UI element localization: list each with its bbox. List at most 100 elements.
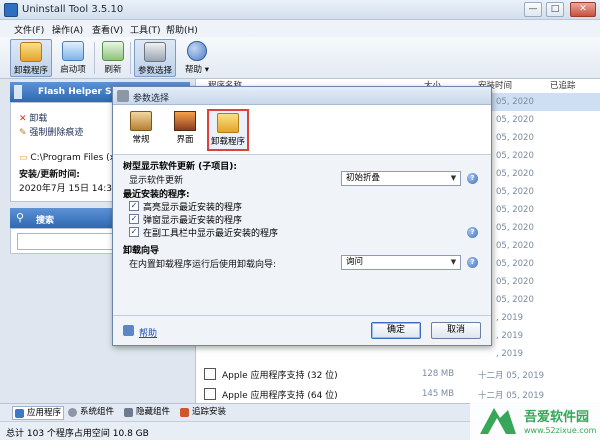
menu-action[interactable]: 操作(A): [52, 23, 83, 36]
tab-interface[interactable]: 界面: [165, 109, 205, 151]
row-date: 05, 2020: [496, 259, 534, 269]
chevron-down-icon: ▼: [450, 174, 457, 182]
row-date: 05, 2020: [496, 295, 534, 305]
apple-app-icon: [204, 368, 216, 380]
search-title: 搜索: [36, 216, 55, 226]
help-icon[interactable]: ?: [467, 173, 478, 184]
install-time-label: 安装/更新时间:: [19, 170, 80, 180]
interface-icon: [174, 111, 196, 131]
uninstall-button[interactable]: 卸载程序: [10, 39, 52, 77]
show-updates-select[interactable]: 初始折叠 ▼: [341, 171, 461, 186]
checkbox-box: ✓: [129, 214, 139, 224]
row-date: 05, 2020: [496, 277, 534, 287]
tab-hidden-components[interactable]: 隐藏组件: [122, 406, 176, 420]
checkbox-box: ✓: [129, 227, 139, 237]
section-recent-title: 最近安装的程序:: [123, 190, 190, 200]
hidden-icon: [124, 408, 133, 417]
uninstall-icon: [20, 42, 42, 62]
gear-icon: [68, 408, 77, 417]
row-date: 05, 2020: [496, 169, 534, 179]
row-date: 05, 2020: [496, 241, 534, 251]
menu-file[interactable]: 文件(F): [14, 23, 44, 36]
help-icon[interactable]: ?: [467, 257, 478, 268]
close-button[interactable]: ✕: [570, 2, 596, 17]
preferences-icon: [144, 42, 166, 62]
section-updates-title: 树型显示软件更新 (子项目):: [123, 162, 237, 172]
help-link[interactable]: 帮助: [139, 326, 157, 339]
applications-icon: [15, 409, 24, 418]
tab-traced-installs[interactable]: 追踪安装: [178, 406, 234, 420]
menu-tools[interactable]: 工具(T): [130, 23, 161, 36]
list-item[interactable]: , 2019: [196, 345, 600, 363]
preferences-icon: [117, 90, 129, 102]
watermark-name: 吾爱软件园: [524, 410, 590, 425]
window-title: Uninstall Tool 3.5.10: [22, 4, 124, 15]
app-icon: [4, 3, 18, 17]
ok-button[interactable]: 确定: [371, 322, 421, 339]
row-date: 05, 2020: [496, 133, 534, 143]
preferences-button[interactable]: 参数选择: [134, 39, 176, 77]
tab-system-components[interactable]: 系统组件: [66, 406, 120, 420]
uninstall-action[interactable]: ✕ 卸载: [19, 111, 47, 124]
row-date: , 2019: [496, 349, 524, 359]
apple-app-icon: [204, 388, 216, 400]
status-text: 总计 103 个程序占用空间 10.8 GB: [6, 429, 149, 439]
wizard-select[interactable]: 询问 ▼: [341, 255, 461, 270]
delete-x-icon: ✕: [19, 114, 27, 124]
wizard-label: 在内置卸载程序运行后使用卸载向导:: [129, 260, 277, 270]
section-wizard-title: 卸载向导: [123, 246, 160, 256]
cancel-button[interactable]: 取消: [431, 322, 481, 339]
col-header-traced[interactable]: 已追踪: [550, 79, 576, 93]
dialog-footer: 帮助 确定 取消: [113, 315, 491, 345]
app-bar-icon: [14, 85, 22, 99]
toolbar-separator: [94, 42, 95, 74]
row-date: 05, 2020: [496, 97, 534, 107]
menu-help[interactable]: 帮助(H): [166, 23, 198, 36]
broom-icon: ✎: [19, 128, 27, 138]
uninstall-icon: [217, 113, 239, 133]
row-date: 05, 2020: [496, 151, 534, 161]
help-button[interactable]: 帮助 ▾: [180, 39, 214, 77]
minimize-button[interactable]: —: [524, 2, 542, 17]
dialog-tabs: 常规 界面 卸载程序: [113, 105, 491, 155]
row-date: , 2019: [496, 313, 524, 323]
menu-bar: 文件(F) 操作(A) 查看(V) 工具(T) 帮助(H): [0, 20, 600, 37]
startup-icon: [62, 41, 84, 61]
title-bar: Uninstall Tool 3.5.10 — □ ✕: [0, 0, 600, 20]
toolbar: 卸载程序 启动项 刷新 参数选择 帮助 ▾: [0, 37, 600, 79]
refresh-button[interactable]: 刷新: [98, 39, 128, 77]
search-icon: ⚲: [16, 211, 25, 224]
watermark: 吾爱软件园 www.52zixue.com: [470, 402, 600, 440]
refresh-icon: [102, 41, 124, 61]
row-date: , 2019: [496, 331, 524, 341]
dialog-body: 树型显示软件更新 (子项目): 显示软件更新 初始折叠 ▼ ? 最近安装的程序:…: [113, 155, 491, 315]
row-date: 05, 2020: [496, 223, 534, 233]
force-remove-action[interactable]: ✎ 强制删除痕迹: [19, 125, 83, 138]
startup-button[interactable]: 启动项: [54, 39, 92, 77]
row-date: 05, 2020: [496, 187, 534, 197]
dialog-title-bar: 参数选择: [113, 87, 491, 105]
watermark-url: www.52zixue.com: [524, 426, 597, 435]
show-updates-label: 显示软件更新: [129, 176, 184, 186]
tab-uninstaller[interactable]: 卸载程序: [207, 109, 249, 151]
toolbar-separator: [130, 42, 131, 74]
row-date: 05, 2020: [496, 205, 534, 215]
list-item[interactable]: Apple 应用程序支持 (64 位) 145 MB 十二月 05, 2019: [196, 385, 600, 403]
folder-icon: ▭: [19, 153, 28, 163]
menu-view[interactable]: 查看(V): [92, 23, 123, 36]
trace-icon: [180, 408, 189, 417]
list-item[interactable]: Apple 应用程序支持 (32 位) 128 MB 十二月 05, 2019: [196, 365, 600, 383]
row-date: 05, 2020: [496, 115, 534, 125]
checkbox-box: ✓: [129, 201, 139, 211]
dialog-title: 参数选择: [133, 94, 170, 104]
preferences-dialog: 参数选择 常规 界面 卸载程序 树型显示软件更新 (子项目): 显示软件更新 初…: [112, 86, 492, 346]
book-icon: [123, 325, 134, 336]
install-path: ▭ C:\Program Files (x8: [19, 153, 121, 163]
general-icon: [130, 111, 152, 131]
tab-general[interactable]: 常规: [121, 109, 161, 151]
help-icon: [187, 41, 207, 61]
maximize-button[interactable]: □: [546, 2, 564, 17]
chevron-down-icon: ▼: [450, 258, 457, 266]
tab-applications[interactable]: 应用程序: [12, 406, 64, 420]
help-icon[interactable]: ?: [467, 227, 478, 238]
